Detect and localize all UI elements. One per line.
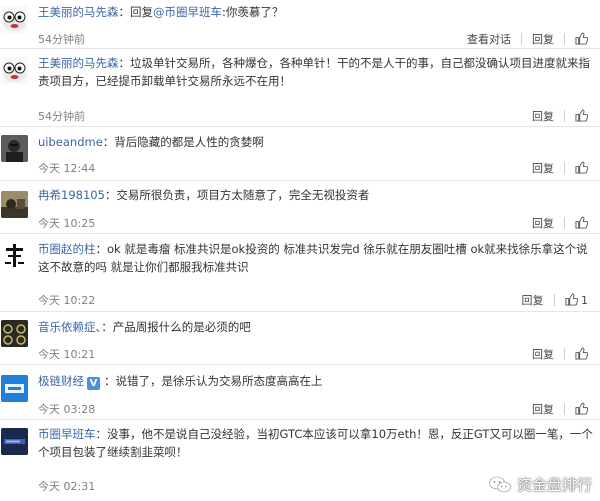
like-button[interactable] [575,216,588,230]
comment-text: 没事，他不是说自己没经验，当初GTC本应该可以拿10万eth！恩，反正GT又可以… [38,427,593,459]
like-button[interactable] [575,109,588,123]
comment-separator: ： [95,427,108,441]
comment-actions: 回复 [532,401,588,417]
comment-username[interactable]: uibeandme [38,135,103,149]
reply-prefix: 回复 [130,5,153,19]
action-divider [564,110,565,122]
reply-button[interactable]: 回复 [532,160,554,176]
comment-text: ok 就是毒瘤 标准共识是ok投资的 标准共识发完d 徐乐就在朋友圈吐槽 ok就… [38,242,588,274]
comment-body: 币圈赵的柱：ok 就是毒瘤 标准共识是ok投资的 标准共识发完d 徐乐就在朋友圈… [38,240,594,276]
comment-username[interactable]: 冉希198105 [38,188,105,202]
comment-separator: ： [118,5,131,19]
like-button[interactable] [575,32,588,46]
thumbs-up-icon [575,109,588,122]
avatar[interactable] [1,6,28,33]
comment-item: uibeandme：背后隐藏的都是人性的贪婪啊 今天 12:44 回复 [0,127,600,181]
avatar[interactable] [1,320,28,347]
comment-separator: ： [104,374,116,388]
comment-separator: ： [104,188,117,202]
avatar[interactable] [1,242,28,269]
comment-body: 王美丽的马先森：垃圾单针交易所，各种爆仓，各种单针！干的不是人干的事，自己都没确… [38,54,594,90]
comment-actions: 回复 [532,215,588,231]
comment-text: 背后隐藏的都是人性的贪婪啊 [114,135,264,149]
thumbs-up-icon [575,161,588,174]
view-conversation-link[interactable]: 查看对话 [467,31,511,47]
comment-item: 币圈赵的柱：ok 就是毒瘤 标准共识是ok投资的 标准共识发完d 徐乐就在朋友圈… [0,234,600,312]
comment-feed: 王美丽的马先森：回复@币圈早班车:你羡慕了？ 54分钟前 查看对话 回复 王美丽… [0,0,600,501]
comment-body: 极链财经 V ：说错了，是徐乐认为交易所态度高高在上 [38,372,594,390]
comment-body: 音乐依赖症、：产品周报什么的是必须的吧 [38,318,594,336]
comment-text: 交易所很负责，项目方太随意了，完全无视投资者 [116,188,370,202]
comment-body: 王美丽的马先森：回复@币圈早班车:你羡慕了？ [38,3,594,21]
comment-username[interactable]: 极链财经 [38,374,84,388]
comment-username[interactable]: 王美丽的马先森 [38,56,119,70]
comment-time: 今天 12:44 [38,162,96,175]
comment-separator: ： [102,135,115,149]
reply-button[interactable]: 回复 [532,346,554,362]
thumbs-up-icon [575,402,588,415]
comment-body: 冉希198105：交易所很负责，项目方太随意了，完全无视投资者 [38,186,594,204]
reply-button[interactable]: 回复 [532,31,554,47]
comment-username[interactable]: 币圈早班车 [38,427,96,441]
thumbs-up-icon [575,347,588,360]
action-divider [564,33,565,45]
comment-item: 音乐依赖症、：产品周报什么的是必须的吧 今天 10:21 回复 [0,312,600,365]
avatar[interactable] [1,428,28,455]
comment-separator: ： [118,56,131,70]
comment-actions: 回复 1 [522,292,588,308]
comment-item: 极链财经 V ：说错了，是徐乐认为交易所态度高高在上 今天 03:28 回复 [0,365,600,420]
comment-username[interactable]: 音乐依赖症、 [38,320,101,334]
thumbs-up-icon [575,216,588,229]
comment-time: 54分钟前 [38,33,85,46]
comment-item: 冉希198105：交易所很负责，项目方太随意了，完全无视投资者 今天 10:25… [0,181,600,234]
watermark-text: 资金盘排行 [516,476,592,494]
like-button[interactable] [575,347,588,361]
action-divider [564,217,565,229]
comment-actions: 回复 [532,160,588,176]
comment-item: 王美丽的马先森：垃圾单针交易所，各种爆仓，各种单针！干的不是人干的事，自己都没确… [0,49,600,127]
action-divider [564,403,565,415]
watermark: 资金盘排行 [489,474,592,495]
like-button[interactable] [575,402,588,416]
comment-body: 币圈早班车：没事，他不是说自己没经验，当初GTC本应该可以拿10万eth！恩，反… [38,425,594,461]
mention-link[interactable]: @币圈早班车 [153,5,222,19]
comment-separator: ： [101,320,113,334]
action-divider [564,348,565,360]
thumbs-up-icon [575,32,588,45]
comment-time: 54分钟前 [38,110,85,123]
avatar[interactable] [1,57,28,84]
action-divider [521,33,522,45]
comment-separator: ： [95,242,108,256]
comment-text: 产品周报什么的是必须的吧 [112,320,251,334]
like-count: 1 [581,294,588,307]
avatar[interactable] [1,375,28,402]
action-divider [553,294,555,306]
comment-text: :你羡慕了？ [222,5,284,19]
comment-body: uibeandme：背后隐藏的都是人性的贪婪啊 [38,133,594,151]
like-button[interactable] [575,161,588,175]
comment-actions: 回复 [532,346,588,362]
like-button[interactable]: 1 [564,293,588,307]
comment-text: 说错了，是徐乐认为交易所态度高高在上 [115,374,323,388]
action-divider [564,162,565,174]
comment-actions: 回复 [532,108,588,124]
verified-badge-icon: V [87,377,100,390]
reply-button[interactable]: 回复 [522,292,544,308]
wechat-icon [489,476,511,492]
comment-username[interactable]: 币圈赵的柱 [38,242,96,256]
reply-button[interactable]: 回复 [532,215,554,231]
thumbs-up-icon [564,293,578,306]
comment-time: 今天 02:31 [38,480,96,493]
comment-item: 王美丽的马先森：回复@币圈早班车:你羡慕了？ 54分钟前 查看对话 回复 [0,0,600,49]
comment-username[interactable]: 王美丽的马先森 [38,5,119,19]
reply-button[interactable]: 回复 [532,401,554,417]
comment-time: 今天 10:25 [38,217,96,230]
comment-time: 今天 10:21 [38,348,96,361]
avatar[interactable] [1,135,28,162]
avatar[interactable] [1,191,28,218]
reply-button[interactable]: 回复 [532,108,554,124]
comment-actions: 查看对话 回复 [467,31,588,47]
comment-time: 今天 03:28 [38,403,96,416]
comment-time: 今天 10:22 [38,294,96,307]
